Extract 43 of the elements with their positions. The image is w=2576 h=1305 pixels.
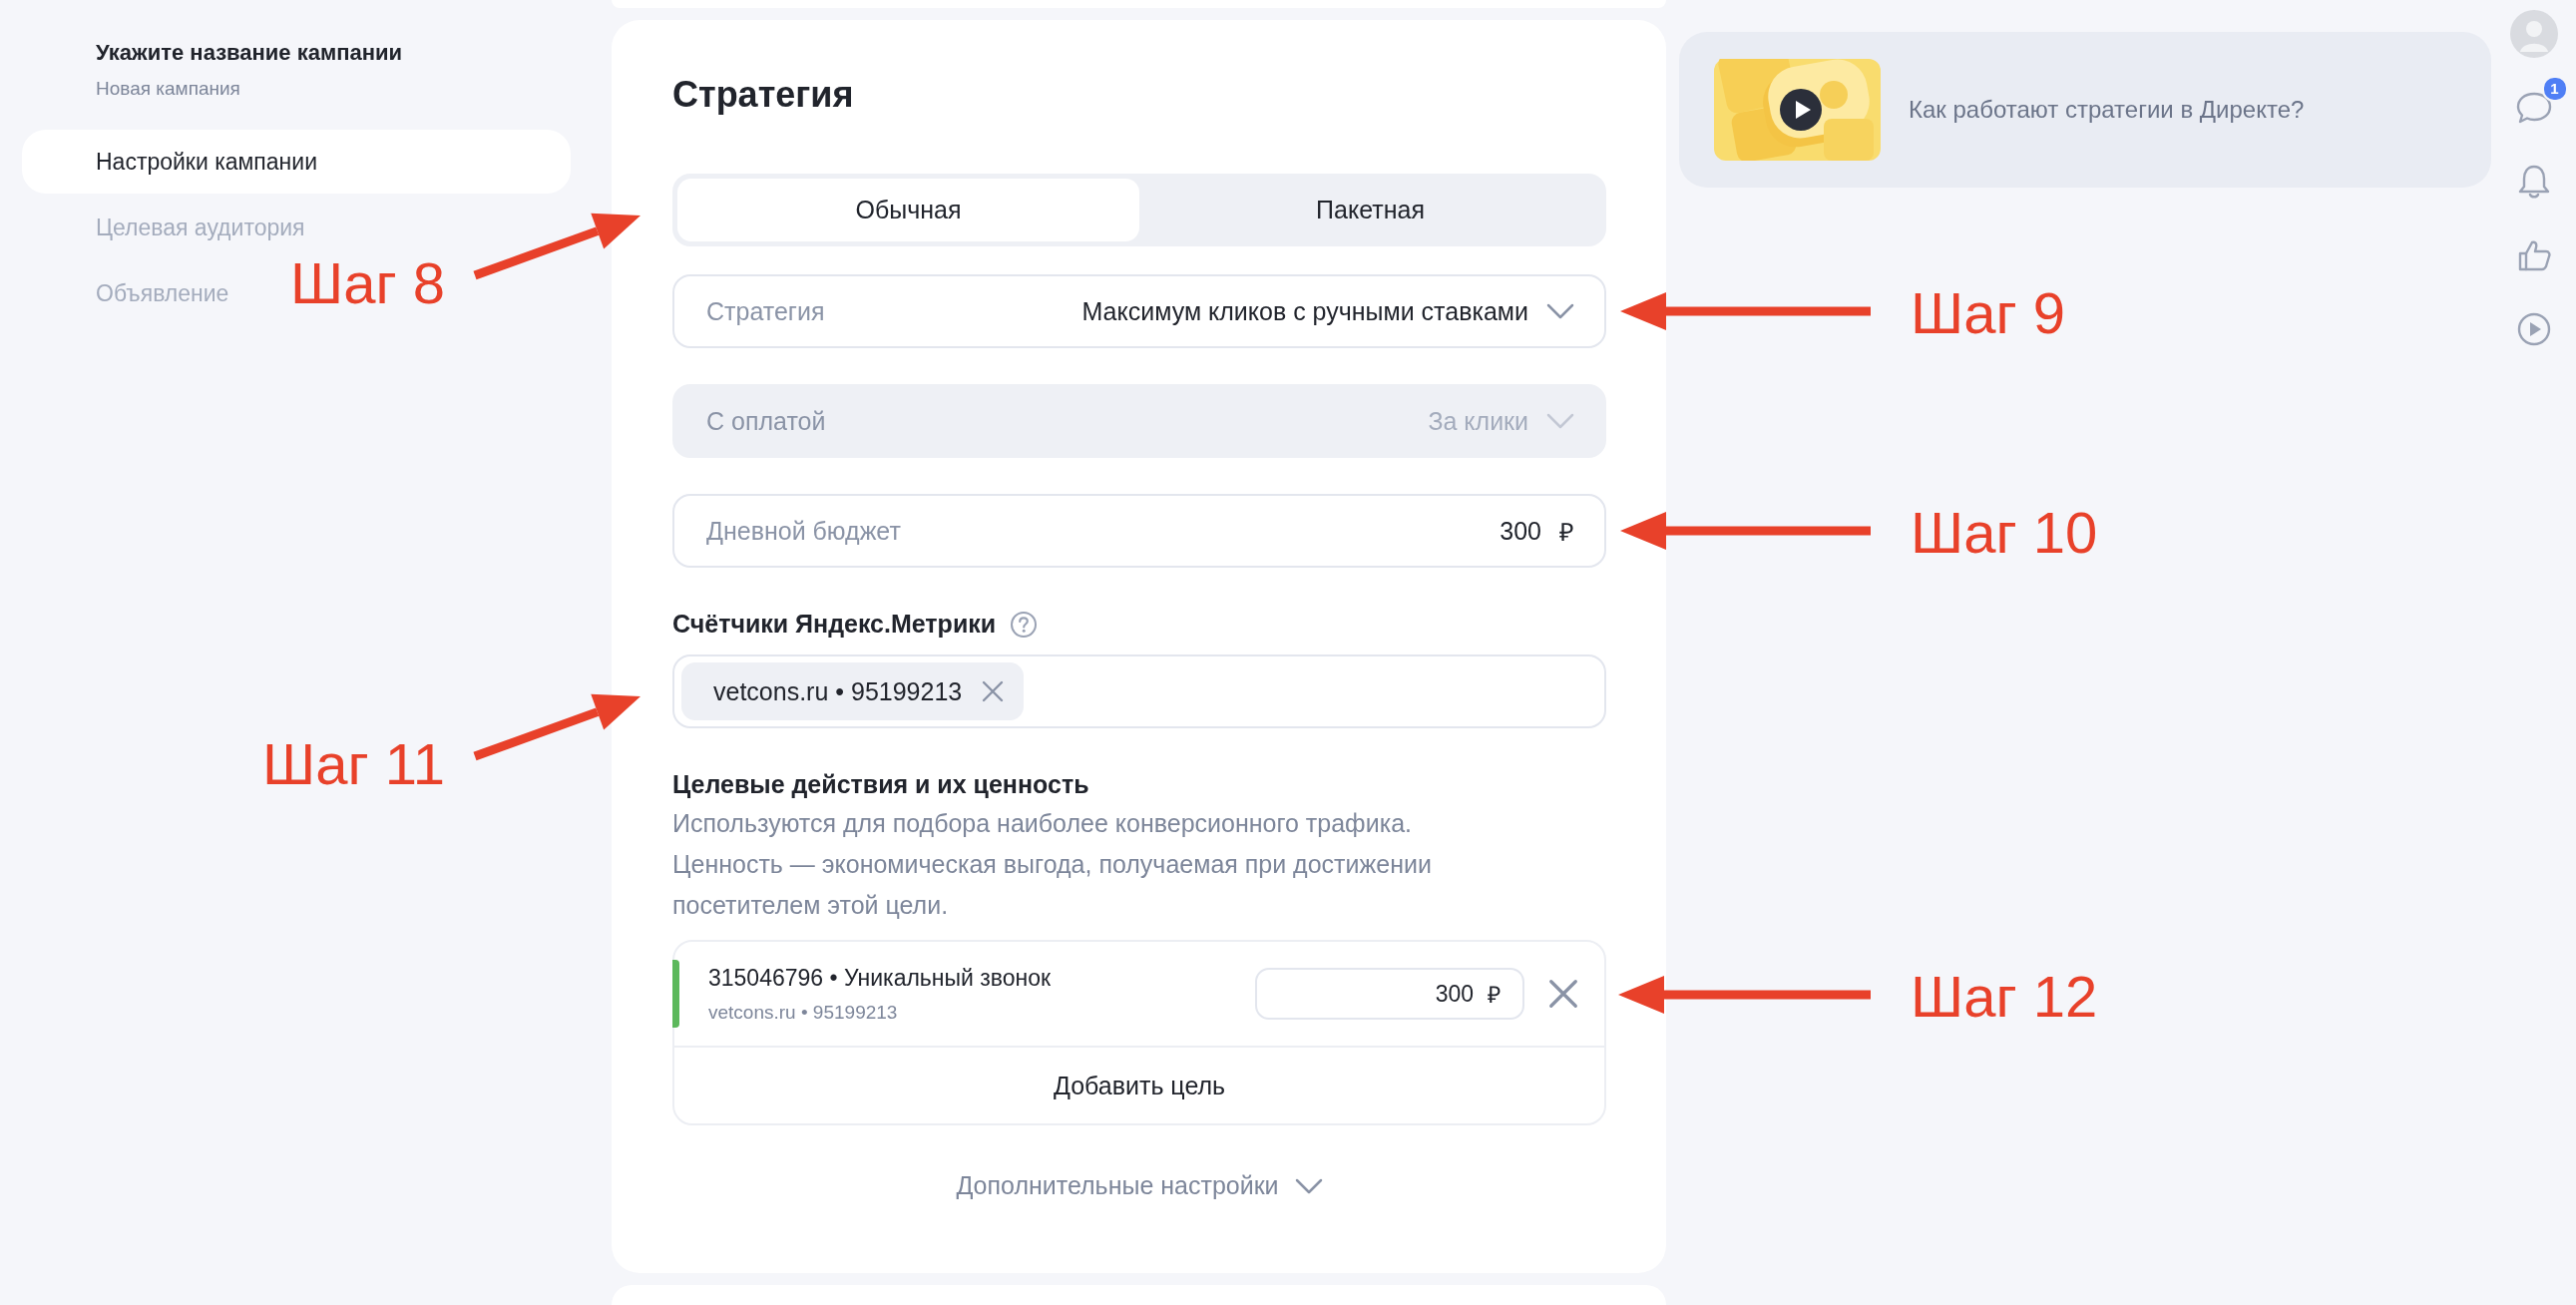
more-settings-link[interactable]: Дополнительные настройки [956,1171,1279,1200]
value-field[interactable]: 300 ₽ [1255,968,1524,1020]
tab[interactable]: Обычная [677,179,1139,241]
step-label: Шаг 10 [1911,504,2098,562]
chevron-down-icon [1546,303,1574,319]
chevron-down-icon [1546,413,1574,429]
section-label: Целевые действия и их ценность [672,770,1090,799]
step-label: Шаг 9 [1911,284,2065,342]
tag-label: vetcons.ru • 95199213 [713,676,963,706]
field-label: Стратегия [706,296,826,326]
select-field[interactable]: Стратегия Максимум кликов с ручными ставками [672,274,1606,348]
step-label: Шаг 11 [262,735,445,793]
field-label: Дневной бюджет [706,516,902,546]
tag-field[interactable]: vetcons.ru • 95199213 [672,654,1606,728]
close-icon[interactable] [1548,979,1578,1009]
add-goal-button[interactable]: Добавить цель [674,1048,1604,1123]
goal-name: 315046796 • Уникальный звонок [708,964,1053,992]
play-icon[interactable] [1780,89,1822,131]
counter-tag[interactable]: vetcons.ru • 95199213 [681,662,1025,720]
input-field[interactable]: Дневной бюджет 300 ₽ [672,494,1606,568]
goal-source: vetcons.ru • 95199213 [708,1001,899,1024]
field-value: За клики [1428,406,1528,436]
field-value: Максимум кликов с ручными ставками [1081,296,1528,326]
campaign-title: Укажите название кампании [96,40,404,66]
notification-badge: 1 [2541,76,2568,102]
help-icon[interactable] [1010,610,1039,639]
campaign-subtitle: Новая кампания [96,78,241,100]
video-title: Как работают стратегии в Директе? [1909,96,2305,124]
step-label: Шаг 12 [1911,968,2098,1026]
field-label: С оплатой [706,406,827,436]
section-description: Используются для подбора наиболее конверсионного трафика. Ценность — экономическая выгода, получаемая при достижении посетителем этой цели. [672,808,1433,921]
close-icon[interactable] [982,680,1005,702]
currency-sign: ₽ [1559,517,1574,548]
tab[interactable]: Пакетная [1139,179,1601,241]
field-value: 300 [1500,516,1541,546]
field-value: 300 [1435,980,1474,1008]
video-card[interactable]: Как работают стратегии в Директе? [1679,32,2491,188]
section-label: Счётчики Яндекс.Метрики [672,610,997,639]
currency-sign: ₽ [1488,981,1501,1010]
sidebar-item[interactable]: Настройки кампании [22,130,571,194]
avatar-icon[interactable] [2509,10,2558,58]
chevron-down-icon [1294,1177,1323,1194]
section-title: Стратегия [672,74,855,116]
